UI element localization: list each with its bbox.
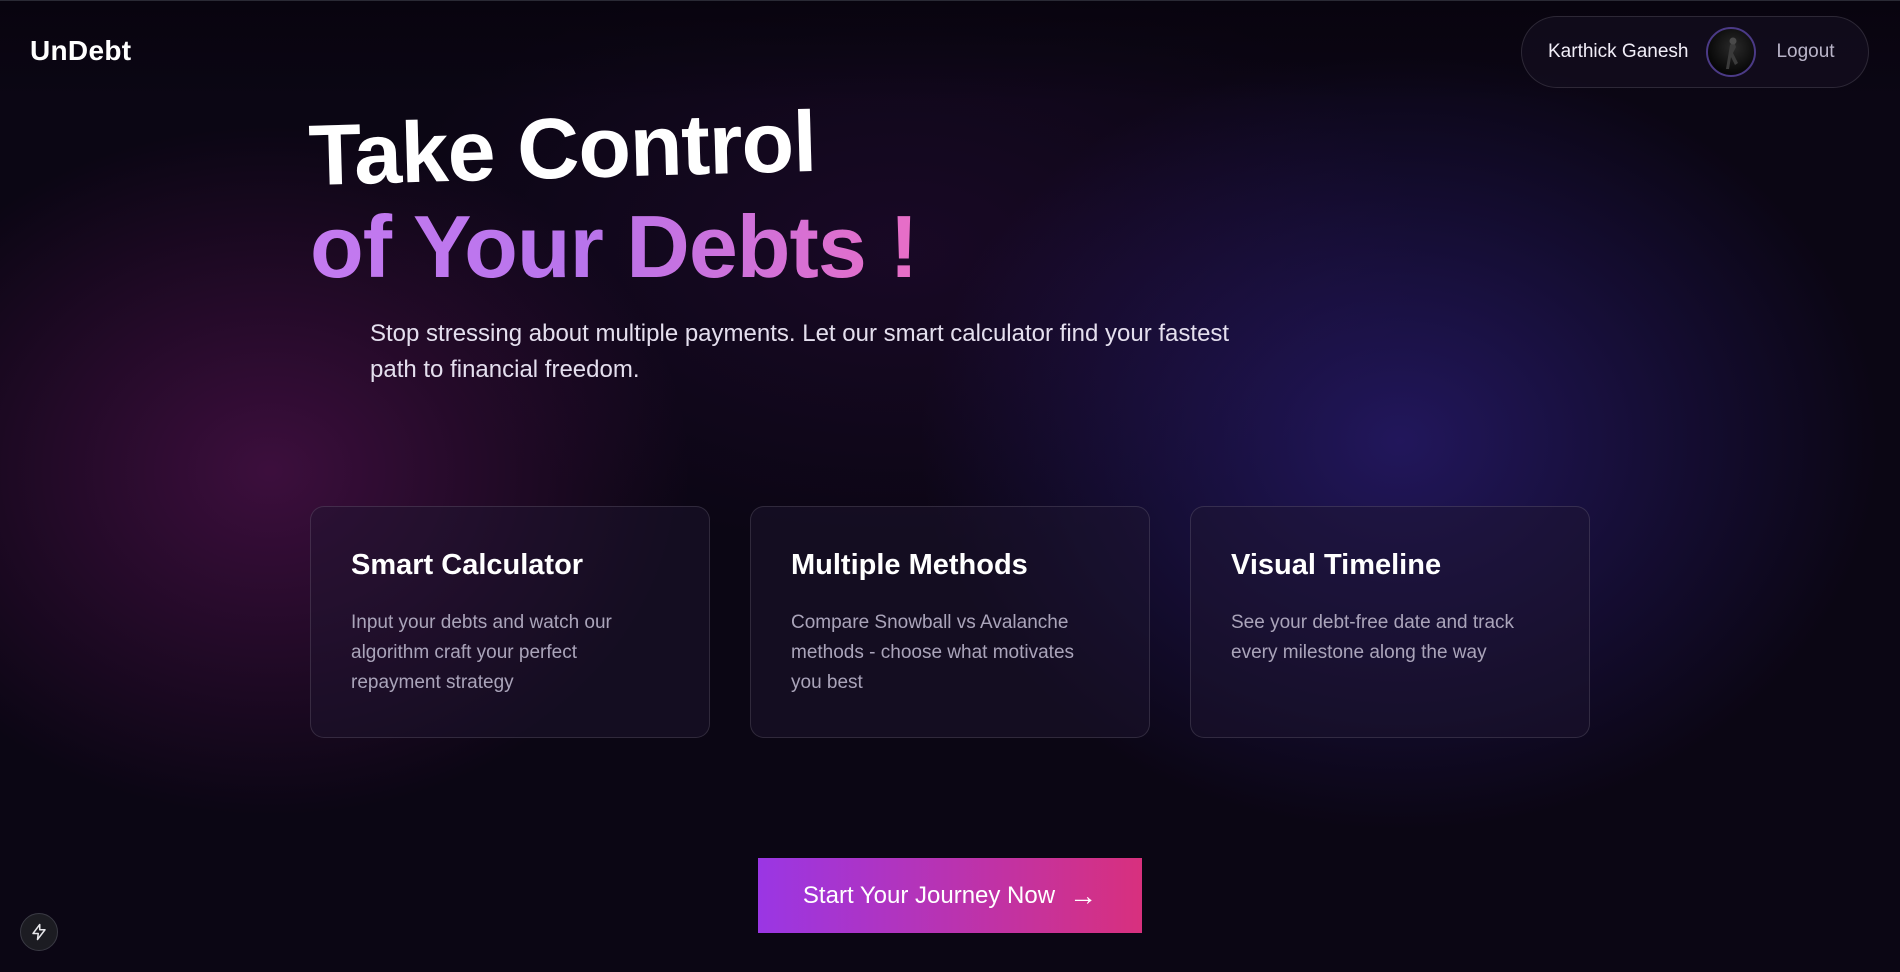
arrow-right-icon: → [1069,879,1098,911]
avatar-silhouette-icon [1726,37,1739,69]
feature-card-multiple-methods: Multiple Methods Compare Snowball vs Ava… [750,506,1150,738]
start-journey-button[interactable]: Start Your Journey Now → [758,858,1142,933]
hero-heading: Take Control of Your Debts ! [307,94,919,296]
brand-logo[interactable]: UnDebt [30,35,131,67]
user-avatar[interactable] [1706,27,1757,77]
hero-subtitle: Stop stressing about multiple payments. … [370,320,1230,383]
feature-card-description: Input your debts and watch our algorithm… [351,612,612,693]
lightning-bolt-icon [32,923,46,941]
user-name: Karthick Ganesh [1548,41,1689,62]
logout-link[interactable]: Logout [1776,41,1834,63]
feature-card-title: Visual Timeline [1231,549,1442,581]
devtools-button[interactable] [20,913,58,951]
feature-cards: Smart Calculator Input your debts and wa… [310,506,1590,738]
feature-card-description: Compare Snowball vs Avalanche methods - … [791,612,1075,693]
feature-card-description: See your debt-free date and track every … [1231,612,1515,663]
landing-page: UnDebt Karthick Ganesh Logout Take Contr… [0,0,1900,972]
feature-card-smart-calculator: Smart Calculator Input your debts and wa… [310,506,710,738]
feature-card-title: Multiple Methods [791,549,1028,581]
start-journey-label: Start Your Journey Now [802,881,1056,909]
hero-heading-line1: Take Control [307,93,818,204]
feature-card-visual-timeline: Visual Timeline See your debt-free date … [1190,506,1590,738]
user-menu: Karthick Ganesh Logout [1521,16,1869,88]
hero-heading-line2: of Your Debts ! [310,197,919,296]
feature-card-title: Smart Calculator [351,549,584,581]
